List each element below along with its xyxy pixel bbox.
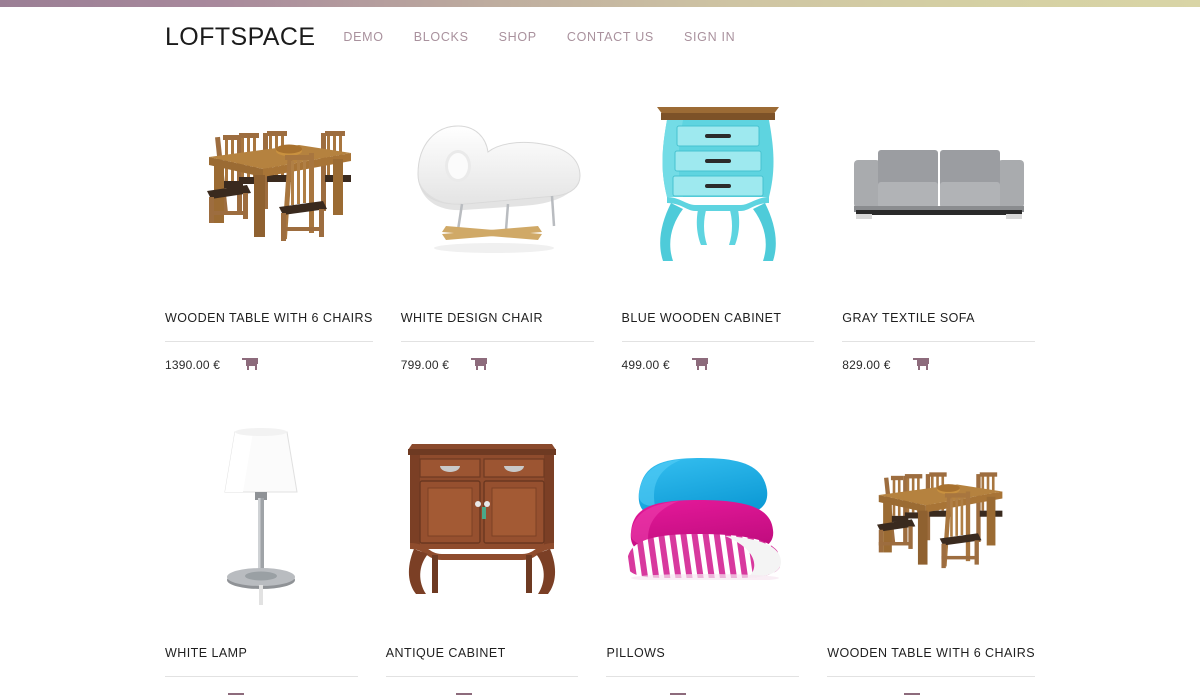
brand-logo[interactable]: LOFTSPACE [165, 23, 315, 52]
white-lounge-chair-image[interactable] [400, 85, 594, 275]
product-price: 829.00 € [842, 357, 891, 372]
top-gradient-bar [0, 0, 1200, 7]
product-card[interactable]: PILLOWS 49.00 € [606, 420, 800, 695]
product-title: WOODEN TABLE WITH 6 CHAIRS [827, 646, 1035, 660]
product-price-row: 799.00 € [400, 341, 594, 372]
product-title: ANTIQUE CABINET [385, 646, 506, 660]
product-price-row: 69.00 € [165, 676, 358, 695]
product-card[interactable]: BLUE WOODEN CABINET 499.00 € [621, 85, 815, 372]
product-price: 1390.00 € [165, 357, 221, 372]
product-title: GRAY TEXTILE SOFA [842, 311, 975, 325]
gray-sofa-image[interactable] [842, 85, 1035, 275]
cart-icon[interactable] [691, 357, 709, 372]
main-navigation: DEMO BLOCKS SHOP CONTACT US SIGN IN [343, 30, 735, 44]
product-title: BLUE WOODEN CABINET [621, 311, 782, 325]
product-card[interactable]: WOODEN TABLE WITH 6 CHAIRS 1390.00 € [165, 85, 373, 372]
white-table-lamp-image[interactable] [165, 420, 358, 610]
product-card[interactable]: WHITE DESIGN CHAIR 799.00 € [400, 85, 594, 372]
stacked-pillows-image[interactable] [606, 420, 800, 610]
wooden-dining-set-image[interactable] [827, 420, 1035, 610]
nav-item-shop[interactable]: SHOP [499, 30, 537, 44]
nav-item-blocks[interactable]: BLOCKS [414, 30, 469, 44]
product-price-row: 829.00 € [842, 341, 1035, 372]
product-price: 499.00 € [621, 357, 670, 372]
product-card[interactable]: ANTIQUE CABINET 959.00 € [385, 420, 579, 695]
product-title: WOODEN TABLE WITH 6 CHAIRS [165, 311, 373, 325]
nav-item-demo[interactable]: DEMO [343, 30, 383, 44]
turquoise-nightstand-image[interactable] [621, 85, 815, 275]
nav-item-contact-us[interactable]: CONTACT US [567, 30, 654, 44]
wooden-dining-set-image[interactable] [165, 85, 373, 275]
product-price-row: 49.00 € [606, 676, 800, 695]
product-price-row: 1390.00 € [165, 341, 373, 372]
product-title: WHITE DESIGN CHAIR [400, 311, 543, 325]
product-title: WHITE LAMP [165, 646, 248, 660]
cart-icon[interactable] [471, 357, 488, 372]
cart-icon[interactable] [912, 357, 930, 372]
product-card[interactable]: WOODEN TABLE WITH 6 CHAIRS 1390.00 € [827, 420, 1035, 695]
product-card[interactable]: GRAY TEXTILE SOFA 829.00 € [842, 85, 1035, 372]
product-price-row: 499.00 € [621, 341, 815, 372]
antique-wood-cabinet-image[interactable] [385, 420, 579, 610]
product-price-row: 1390.00 € [827, 676, 1035, 695]
product-price-row: 959.00 € [385, 676, 579, 695]
product-price: 799.00 € [400, 357, 450, 372]
product-title: PILLOWS [606, 646, 666, 660]
nav-item-sign-in[interactable]: SIGN IN [684, 30, 735, 44]
product-grid-row-2: WHITE LAMP 69.00 € [0, 402, 1200, 695]
site-header: LOFTSPACE DEMO BLOCKS SHOP CONTACT US SI… [0, 7, 1200, 67]
cart-icon[interactable] [242, 357, 259, 372]
product-card[interactable]: WHITE LAMP 69.00 € [165, 420, 358, 695]
product-grid-row-1: WOODEN TABLE WITH 6 CHAIRS 1390.00 € WHI… [0, 67, 1200, 372]
